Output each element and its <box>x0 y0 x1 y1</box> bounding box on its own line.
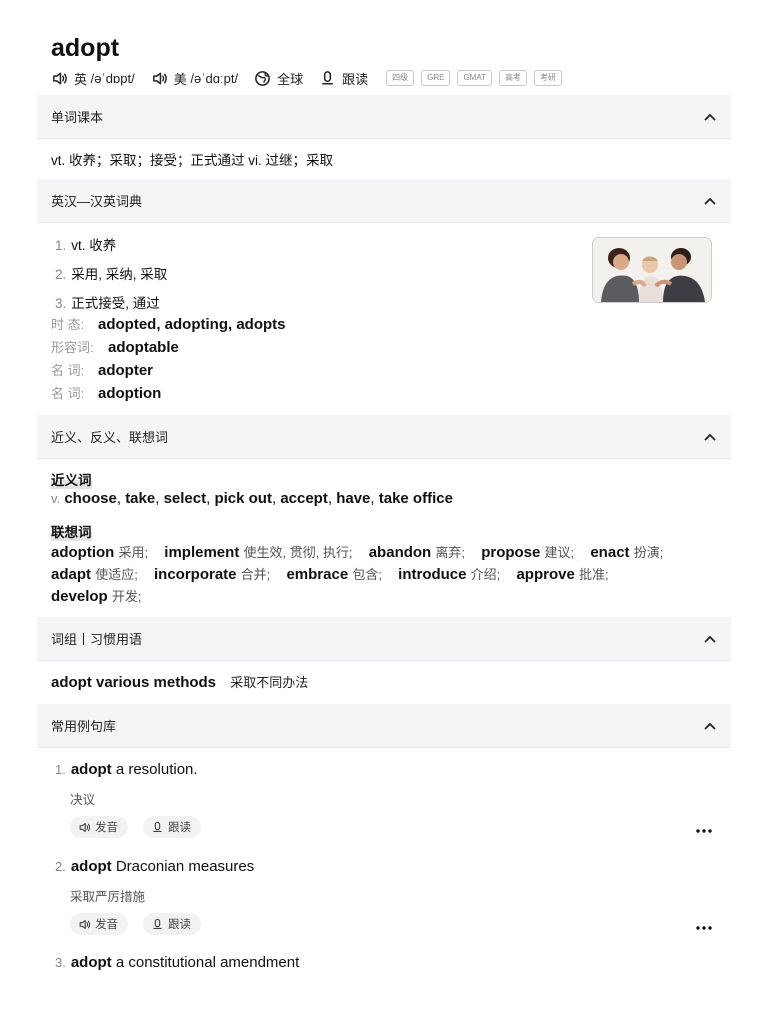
chevron-up-icon <box>704 433 716 440</box>
association-list: adoption 采用; implement 使生效, 贯彻, 执行; aban… <box>51 542 715 608</box>
synonym-word[interactable]: accept <box>280 490 328 507</box>
follow-read-label: 跟读 <box>342 71 369 87</box>
speaker-icon <box>79 919 91 929</box>
example-translation: 采取严厉措施 <box>70 890 146 904</box>
synonym-word[interactable]: choose <box>64 490 117 507</box>
global-label: 全球 <box>277 71 304 87</box>
association-item[interactable]: adapt 使适应; <box>51 566 138 583</box>
example-sentence: 3. adopt a constitutional amendment <box>55 954 300 971</box>
word-form-row: 名 词: adoption <box>51 385 162 402</box>
word-form-row: 形容词: adoptable <box>51 339 179 356</box>
synonym-word[interactable]: select <box>164 490 207 507</box>
example-follow-button[interactable]: 跟读 <box>143 816 201 838</box>
example-sentence: 1. adopt a resolution. <box>55 761 198 778</box>
phrase-item[interactable]: adopt various methods 采取不同办法 <box>51 672 308 691</box>
definition-item: 2. 采用, 采纳, 采取 <box>55 267 168 282</box>
association-item[interactable]: implement 使生效, 贯彻, 执行; <box>164 544 352 561</box>
phrase-chinese: 采取不同办法 <box>230 675 309 690</box>
section-header-ec-dictionary[interactable]: 英汉—汉英词典 <box>37 179 731 223</box>
section-header-examples[interactable]: 常用例句库 <box>37 704 731 748</box>
section-title: 英汉—汉英词典 <box>51 194 143 209</box>
association-item[interactable]: enact 扮演; <box>590 544 663 561</box>
uk-ipa: /əˈdɒpt/ <box>90 70 135 86</box>
chevron-up-icon <box>704 113 716 120</box>
word-illustration-image[interactable] <box>592 237 712 303</box>
speaker-icon <box>79 822 91 832</box>
microphone-icon <box>153 918 162 929</box>
uk-pronounce-button[interactable]: 英 /əˈdɒpt/ <box>51 69 135 88</box>
section-header-phrases[interactable]: 词组丨习惯用语 <box>37 617 731 661</box>
association-item[interactable]: embrace 包含; <box>286 566 382 583</box>
word-form-row: 时 态: adopted, adopting, adopts <box>51 316 286 333</box>
section-title: 词组丨习惯用语 <box>51 632 143 647</box>
definition-item: 3. 正式接受, 通过 <box>55 296 160 311</box>
microphone-icon <box>153 821 162 832</box>
exam-tag: 高考 <box>498 70 527 86</box>
section-header-synonyms[interactable]: 近义、反义、联想词 <box>37 415 731 459</box>
association-item[interactable]: adoption 采用; <box>51 544 148 561</box>
chevron-up-icon <box>704 722 716 729</box>
uk-region-label: 英 <box>74 71 88 87</box>
basic-definition: vt. 收养；采取；接受；正式通过 vi. 过继；采取 <box>51 153 334 168</box>
chevron-up-icon <box>704 197 716 204</box>
exam-tag: GRE <box>421 70 451 86</box>
us-region-label: 美 <box>173 71 187 87</box>
synonym-word[interactable]: take office <box>379 490 453 507</box>
chevron-up-icon <box>704 635 716 642</box>
phrase-english: adopt various methods <box>51 674 217 691</box>
section-title: 单词课本 <box>51 110 104 125</box>
microphone-icon <box>322 70 334 84</box>
exam-tag: GMAT <box>457 70 492 86</box>
association-item[interactable]: approve 批准; <box>516 566 608 583</box>
example-speak-button[interactable]: 发音 <box>70 913 128 935</box>
exam-tag: 考研 <box>533 70 562 86</box>
example-speak-button[interactable]: 发音 <box>70 816 128 838</box>
follow-read-button[interactable]: 跟读 <box>319 69 368 88</box>
association-item[interactable]: develop 开发; <box>51 588 141 605</box>
association-subheading: 联想词 <box>51 521 92 541</box>
speaker-icon <box>152 72 167 84</box>
global-pronounce-button[interactable]: 全球 <box>254 69 303 88</box>
association-item[interactable]: incorporate 合并; <box>154 566 270 583</box>
us-ipa: /əˈdɑːpt/ <box>190 70 239 86</box>
word-form-row: 名 词: adopter <box>51 362 154 379</box>
exam-tag: 四级 <box>386 70 415 86</box>
headword: adopt <box>51 34 120 62</box>
section-title: 常用例句库 <box>51 719 117 734</box>
association-item[interactable]: introduce 介绍; <box>398 566 500 583</box>
association-item[interactable]: propose 建议; <box>481 544 574 561</box>
example-translation: 决议 <box>70 793 96 807</box>
association-item[interactable]: abandon 离弃; <box>369 544 465 561</box>
family-photo-illustration <box>593 238 711 302</box>
synonym-word[interactable]: take <box>125 490 155 507</box>
synonym-list: v. choose, take, select, pick out, accep… <box>51 490 453 507</box>
speaker-icon <box>53 72 67 84</box>
phonetic-row: 英 /əˈdɒpt/ 美 /əˈdɑːpt/ 全球 跟读 四级 GRE GMAT… <box>51 67 569 89</box>
section-title: 近义、反义、联想词 <box>51 430 169 445</box>
more-icon[interactable] <box>695 924 713 932</box>
example-follow-button[interactable]: 跟读 <box>143 913 201 935</box>
definition-item: 1. vt. 收养 <box>55 238 117 253</box>
section-header-textbook[interactable]: 单词课本 <box>37 95 731 139</box>
synonym-word[interactable]: have <box>336 490 370 507</box>
more-icon[interactable] <box>695 827 713 835</box>
us-pronounce-button[interactable]: 美 /əˈdɑːpt/ <box>151 69 238 88</box>
synonym-subheading: 近义词 <box>51 469 92 489</box>
synonym-word[interactable]: pick out <box>214 490 272 507</box>
example-sentence: 2. adopt Draconian measures <box>55 858 255 875</box>
globe-icon <box>255 70 270 86</box>
